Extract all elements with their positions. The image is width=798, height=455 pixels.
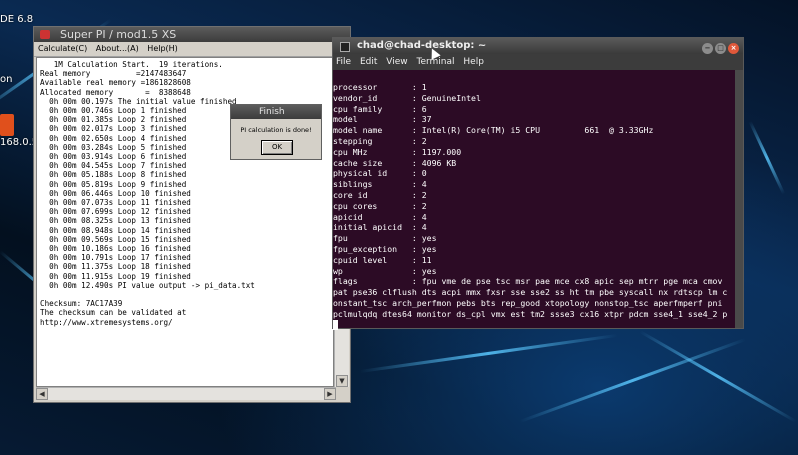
wallpaper-streak xyxy=(359,333,618,373)
terminal-menubar: File Edit View Terminal Help xyxy=(333,54,743,70)
wallpaper-streak xyxy=(639,330,797,423)
finish-dialog[interactable]: Finish PI calculation is done! OK xyxy=(230,104,322,160)
wallpaper-streak xyxy=(748,120,786,195)
terminal-title: chad@chad-desktop: ~ xyxy=(357,40,487,51)
menu-file[interactable]: File xyxy=(336,57,351,67)
superpi-window[interactable]: Super PI / mod1.5 XS Calculate(C) About.… xyxy=(33,26,351,403)
terminal-cursor xyxy=(333,319,338,330)
finish-dialog-message: PI calculation is done! xyxy=(240,126,312,134)
superpi-titlebar[interactable]: Super PI / mod1.5 XS xyxy=(34,27,350,42)
wallpaper-streak xyxy=(519,338,747,423)
finish-dialog-title: Finish xyxy=(231,105,321,119)
scroll-right-arrow-icon[interactable]: ▶ xyxy=(324,388,336,400)
menu-calculate[interactable]: Calculate(C) xyxy=(38,44,87,53)
superpi-app-icon xyxy=(40,30,50,39)
scroll-left-arrow-icon[interactable]: ◀ xyxy=(36,388,48,400)
menu-edit[interactable]: Edit xyxy=(360,57,377,67)
desktop-label[interactable]: on xyxy=(0,74,12,85)
close-icon[interactable]: × xyxy=(728,43,739,54)
maximize-icon[interactable]: □ xyxy=(715,43,726,54)
desktop-app-icon[interactable] xyxy=(0,114,14,136)
desktop-label[interactable]: DE 6.8 xyxy=(0,14,33,25)
terminal-titlebar[interactable]: chad@chad-desktop: ~ − □ × xyxy=(333,38,743,54)
menu-terminal[interactable]: Terminal xyxy=(416,57,454,67)
superpi-menubar: Calculate(C) About...(A) Help(H) xyxy=(34,42,350,57)
terminal-output-text: processor : 1 vendor_id : GenuineIntel c… xyxy=(333,82,728,319)
superpi-title: Super PI / mod1.5 XS xyxy=(60,28,177,41)
terminal-window[interactable]: chad@chad-desktop: ~ − □ × File Edit View … xyxy=(332,37,744,330)
terminal-output-area[interactable]: processor : 1 vendor_id : GenuineIntel c… xyxy=(333,70,743,330)
superpi-output-text: 1M Calculation Start. 19 iterations. Rea… xyxy=(40,60,255,327)
terminal-output: processor : 1 vendor_id : GenuineIntel c… xyxy=(333,70,733,330)
menu-help[interactable]: Help(H) xyxy=(147,44,178,53)
scroll-down-arrow-icon[interactable]: ▼ xyxy=(336,375,348,387)
ok-button[interactable]: OK xyxy=(261,140,293,155)
menu-help[interactable]: Help xyxy=(463,57,484,67)
terminal-scrollbar[interactable] xyxy=(735,70,743,328)
minimize-icon[interactable]: − xyxy=(702,43,713,54)
menu-view[interactable]: View xyxy=(386,57,407,67)
superpi-horizontal-scrollbar[interactable]: ◀ ▶ xyxy=(36,387,336,400)
menu-about[interactable]: About...(A) xyxy=(96,44,139,53)
terminal-app-icon xyxy=(340,42,350,52)
window-controls: − □ × xyxy=(700,40,739,56)
